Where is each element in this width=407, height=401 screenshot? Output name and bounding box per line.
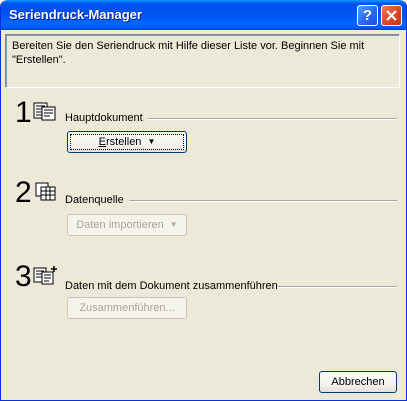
mail-merge-dialog: Seriendruck-Manager ? Bereiten Sie den S… [0,0,407,401]
step-3-number: 3 [15,260,32,293]
title-bar[interactable]: Seriendruck-Manager ? [1,0,406,30]
merge-icon [33,266,57,285]
create-button[interactable]: Erstellen ▼ [67,131,187,153]
create-button-label: rstellen [105,136,142,148]
step-2-divider [129,200,397,202]
step-3-divider [277,286,397,288]
main-document-icon [33,102,56,121]
step-1-number: 1 [15,96,32,129]
close-button[interactable] [381,5,402,26]
step-1-divider [148,118,397,120]
cancel-button[interactable]: Abbrechen [319,371,397,393]
window-title: Seriendruck-Manager [9,7,142,22]
step-2-label: Datenquelle [65,194,124,206]
instructions-text: Bereiten Sie den Seriendruck mit Hilfe d… [12,40,365,66]
data-source-icon [35,182,56,201]
close-icon [386,10,397,21]
cancel-button-label: Abbrechen [331,376,385,388]
help-button[interactable]: ? [357,5,378,26]
dropdown-arrow-icon: ▼ [169,220,178,229]
step-1-label: Hauptdokument [65,112,143,124]
create-button-mnemonic: E [98,136,106,148]
merge-button-label: Zusammenführen... [79,302,175,314]
merge-button[interactable]: Zusammenführen... [67,297,187,319]
step-2-number: 2 [15,176,32,209]
step-3-label: Daten mit dem Dokument zusammenführen [65,280,278,292]
dropdown-arrow-icon: ▼ [147,137,156,146]
import-data-label: Daten importieren [76,219,164,231]
import-data-button[interactable]: Daten importieren ▼ [67,214,187,236]
instructions-box: Bereiten Sie den Seriendruck mit Hilfe d… [5,34,400,88]
help-icon: ? [362,7,373,24]
